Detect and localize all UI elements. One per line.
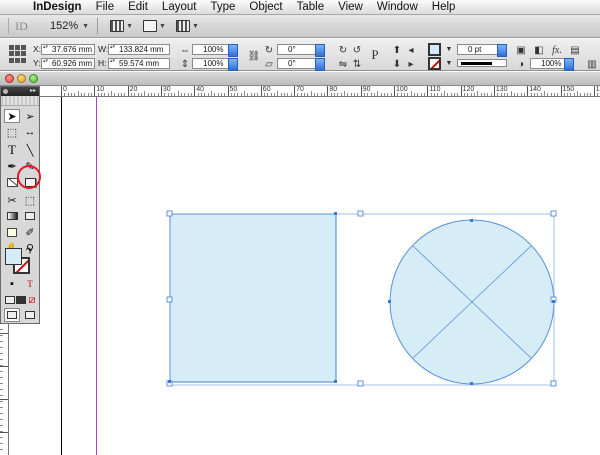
collapse-icon[interactable]: ▸▸: [30, 87, 36, 96]
normal-view-icon: [7, 311, 17, 319]
eyedropper-tool[interactable]: ✐: [22, 225, 38, 239]
preview-mode[interactable]: [22, 308, 38, 322]
close-icon[interactable]: [3, 89, 8, 94]
page-tool[interactable]: ⬚: [4, 125, 20, 139]
apply-none-icon[interactable]: ⧄: [24, 293, 40, 307]
rectangle-shape[interactable]: [169, 213, 337, 383]
free-transform-tool[interactable]: ⬚: [22, 193, 38, 207]
scissors-tool[interactable]: ✂: [4, 193, 20, 207]
normal-view-mode[interactable]: [4, 308, 20, 322]
swap-fill-stroke-icon[interactable]: ↷: [25, 246, 33, 255]
fill-color-swatch[interactable]: [5, 248, 22, 265]
gradient-feather-tool[interactable]: [22, 209, 38, 223]
type-tool[interactable]: T: [4, 142, 20, 157]
gradient-feather-icon: [25, 212, 35, 220]
preview-icon: [25, 311, 35, 319]
note-tool[interactable]: [4, 225, 20, 239]
default-colors-icon[interactable]: ▪: [4, 277, 20, 291]
rectangle-frame-icon: [6, 177, 18, 187]
gradient-swatch-tool[interactable]: [4, 209, 20, 223]
tools-panel-title-bar[interactable]: ▸▸: [1, 87, 39, 96]
direct-selection-tool[interactable]: ➢: [22, 109, 38, 123]
gradient-icon: [6, 212, 18, 220]
formatting-text-icon[interactable]: T: [22, 277, 38, 291]
line-tool[interactable]: ╲: [22, 143, 38, 157]
tools-panel: ▸▸ ➤ ➢ ⬚ ↔ T ╲ ✒ ✎ ✂ ⬚ ✐ ✋ ⚲ ▪ T ⧄: [0, 86, 40, 324]
note-icon: [7, 227, 17, 237]
artwork-layer: [166, 210, 557, 387]
rectangle-tool-highlight: [17, 165, 41, 189]
tools-panel-grip[interactable]: [1, 96, 39, 106]
gap-tool[interactable]: ↔: [22, 125, 38, 139]
selection-tool[interactable]: ➤: [4, 109, 20, 123]
